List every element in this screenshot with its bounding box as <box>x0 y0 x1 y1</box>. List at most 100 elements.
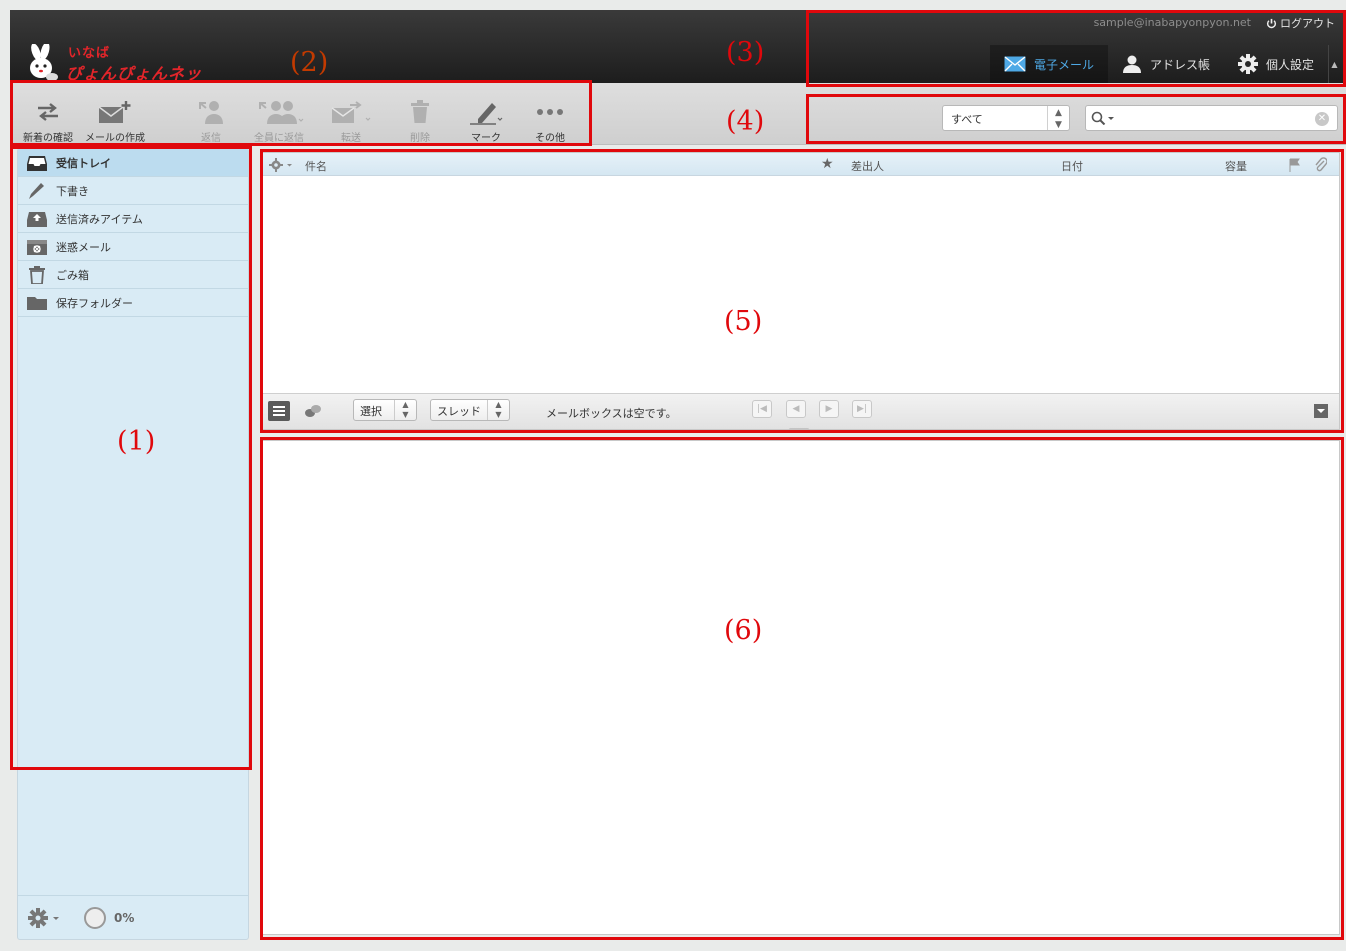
refresh-arrows-icon <box>38 103 58 121</box>
forward-label: 転送 <box>341 133 361 144</box>
thread-dropdown[interactable]: スレッド ▲ ▼ <box>430 399 510 421</box>
last-page-button[interactable]: ▶| <box>852 400 872 418</box>
folder-label: 迷惑メール <box>56 240 111 254</box>
mark-pen-icon <box>470 103 503 125</box>
column-date[interactable]: 日付 <box>1061 158 1083 174</box>
delete-label: 削除 <box>410 133 430 144</box>
nav-mail[interactable]: 電子メール <box>989 45 1108 83</box>
junk-icon <box>27 239 47 255</box>
select-arrows-icon: ▲ ▼ <box>394 400 416 420</box>
pencil-icon <box>29 182 44 199</box>
compose-button[interactable]: メールの作成 <box>82 95 148 144</box>
message-preview <box>262 440 1340 935</box>
annotation-label-2: (2) <box>290 47 329 78</box>
annotation-label-5: (5) <box>724 306 763 337</box>
message-list: 件名 ★ 差出人 日付 容量 選択 ▲ ▼ スレッド ▲ ▼ メールボックスは空です… <box>262 152 1340 430</box>
search-options-icon[interactable] <box>1091 111 1115 125</box>
first-page-button[interactable]: |◀ <box>752 400 772 418</box>
power-icon <box>1266 18 1277 29</box>
folder-icon <box>27 296 47 310</box>
mark-button[interactable]: マーク <box>453 95 519 144</box>
folder-label: 下書き <box>56 184 89 198</box>
search-filter-select[interactable]: すべて ▲ ▼ <box>942 105 1070 131</box>
mail-icon <box>1004 56 1026 72</box>
clear-search-icon[interactable]: ✕ <box>1315 112 1329 126</box>
reply-all-label: 全員に返信 <box>254 133 304 144</box>
mailbox-status: メールボックスは空です。 <box>546 407 677 420</box>
select-arrows-icon: ▲ ▼ <box>487 400 509 420</box>
main-nav: 電子メール アドレス帳 個人設定 ▲ <box>989 45 1340 83</box>
sent-icon <box>27 211 47 227</box>
more-button[interactable]: その他 <box>517 95 583 144</box>
folder-label: 保存フォルダー <box>56 296 133 310</box>
compose-icon <box>98 101 131 123</box>
webmail-app: いなば ぴょんぴょんネット sample@inabapyonpyon.net ロ… <box>0 0 1346 951</box>
nav-settings-label: 個人設定 <box>1265 57 1314 72</box>
nav-settings[interactable]: 個人設定 <box>1224 45 1328 83</box>
list-options-gear-icon[interactable] <box>269 158 295 172</box>
folder-label: ごみ箱 <box>56 268 89 282</box>
list-view-icon[interactable] <box>268 401 290 421</box>
annotation-label-3: (3) <box>726 37 765 68</box>
folder-sent[interactable]: 送信済みアイテム <box>18 205 248 233</box>
column-size[interactable]: 容量 <box>1225 158 1247 174</box>
annotation-label-1: (1) <box>117 426 156 457</box>
prev-page-button[interactable]: ◀ <box>786 400 806 418</box>
user-email: sample@inabapyonpyon.net <box>1093 16 1251 29</box>
sidebar-footer: 0% <box>18 895 248 939</box>
flag-icon[interactable] <box>1289 158 1301 172</box>
folder-settings-gear-icon[interactable] <box>28 907 62 928</box>
search-box[interactable]: ✕ <box>1085 105 1338 131</box>
trash-icon <box>29 265 45 284</box>
reply-all-icon <box>259 101 304 124</box>
select-dropdown[interactable]: 選択 ▲ ▼ <box>353 399 417 421</box>
logo-text-line1: いなば <box>68 46 111 61</box>
folder-archive[interactable]: 保存フォルダー <box>18 289 248 317</box>
nav-addressbook-label: アドレス帳 <box>1149 57 1210 72</box>
thread-dropdown-value: スレッド <box>437 405 481 418</box>
compose-label: メールの作成 <box>85 133 145 144</box>
more-icon <box>537 109 563 115</box>
select-arrows-icon: ▲ ▼ <box>1047 106 1069 130</box>
reply-all-button[interactable]: 全員に返信 <box>246 95 312 144</box>
nav-mail-label: 電子メール <box>1033 57 1094 72</box>
more-label: その他 <box>535 133 565 144</box>
next-page-button[interactable]: ▶ <box>819 400 839 418</box>
check-mail-button[interactable]: 新着の確認 <box>15 95 81 144</box>
folder-trash[interactable]: ごみ箱 <box>18 261 248 289</box>
folder-drafts[interactable]: 下書き <box>18 177 248 205</box>
forward-button[interactable]: 転送 <box>318 95 384 144</box>
annotation-label-6: (6) <box>724 615 763 646</box>
delete-button[interactable]: 削除 <box>387 95 453 144</box>
rabbit-logo-icon <box>30 44 58 81</box>
thread-bubbles-icon[interactable] <box>303 403 323 419</box>
forward-icon <box>331 101 371 123</box>
quota-indicator: 0% <box>84 906 134 929</box>
flag-star-icon[interactable]: ★ <box>821 156 834 172</box>
search-filter-value: すべて <box>951 113 983 126</box>
message-list-footer: 選択 ▲ ▼ スレッド ▲ ▼ メールボックスは空です。 |◀ ◀ ▶ ▶| <box>263 393 1339 429</box>
check-mail-label: 新着の確認 <box>23 133 73 144</box>
trash-icon <box>411 100 429 123</box>
splitter-handle[interactable] <box>789 428 809 431</box>
logo[interactable]: いなば ぴょんぴょんネット <box>24 40 210 107</box>
inbox-icon <box>27 155 47 171</box>
folder-inbox[interactable]: 受信トレイ <box>18 149 248 177</box>
reply-button[interactable]: 返信 <box>178 95 244 144</box>
toggle-preview-icon[interactable] <box>1314 404 1328 418</box>
logout-link[interactable]: ログアウト <box>1266 15 1335 31</box>
attachment-icon[interactable] <box>1315 157 1327 173</box>
gear-icon <box>1237 54 1258 74</box>
person-icon <box>1122 55 1141 73</box>
nav-addressbook[interactable]: アドレス帳 <box>1108 45 1224 83</box>
folder-label: 受信トレイ <box>56 156 111 170</box>
select-dropdown-value: 選択 <box>360 405 382 418</box>
folder-junk[interactable]: 迷惑メール <box>18 233 248 261</box>
nav-collapse-caret-icon[interactable]: ▲ <box>1328 45 1340 83</box>
top-bar: いなば ぴょんぴょんネット sample@inabapyonpyon.net ロ… <box>10 10 1346 107</box>
annotation-label-4: (4) <box>726 106 765 137</box>
column-from[interactable]: 差出人 <box>851 158 884 174</box>
column-subject[interactable]: 件名 <box>305 158 327 174</box>
reply-icon <box>199 101 223 124</box>
reply-label: 返信 <box>201 133 221 144</box>
